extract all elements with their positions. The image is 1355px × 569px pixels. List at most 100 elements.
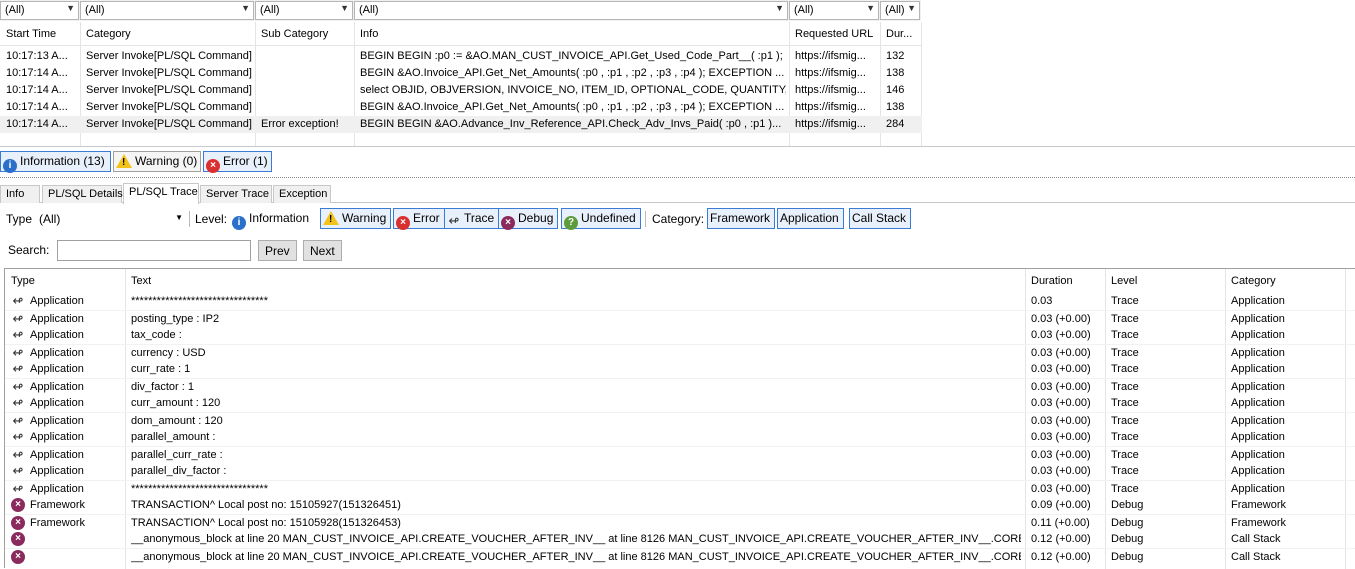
cell-level: Trace — [1111, 465, 1139, 477]
col-category[interactable]: Category — [1231, 275, 1276, 287]
cell-type: Application — [30, 465, 84, 477]
cell-duration: 0.03 (+0.00) — [1031, 397, 1091, 409]
search-input[interactable] — [57, 240, 251, 261]
table-row[interactable]: ↫ Application curr_rate : 1 0.03 (+0.00) Tra… — [5, 361, 1355, 378]
filter-requested-url[interactable]: (All) ▼ — [789, 1, 879, 20]
col-sub-category[interactable]: Sub Category — [261, 28, 328, 40]
table-row[interactable]: ↫ Application parallel_curr_rate : 0.03 (+0… — [5, 446, 1355, 463]
tab-plsql-trace[interactable]: PL/SQL Trace — [123, 183, 199, 204]
col-info[interactable]: Info — [360, 28, 378, 40]
cell-requested-url: https://ifsmig... — [795, 101, 866, 113]
table-row[interactable]: ↫ Application curr_amount : 120 0.03 (+0.00… — [5, 395, 1355, 412]
cell-duration: 132 — [886, 50, 905, 62]
cell-level: Trace — [1111, 329, 1139, 341]
cell-category: Application — [1231, 363, 1285, 375]
type-dropdown[interactable]: (All) ▼ — [35, 209, 187, 229]
table-row[interactable]: ↫ Application posting_type : IP2 0.03 (+0.0… — [5, 310, 1355, 327]
category-application-toggle[interactable]: Application — [777, 208, 844, 229]
level-warning-label: Warning — [342, 211, 387, 225]
filter-start-time[interactable]: (All) ▼ — [0, 1, 79, 20]
level-trace-label: Trace — [464, 211, 495, 225]
col-duration[interactable]: Duration — [1031, 275, 1073, 287]
table-row[interactable]: ↫ Application parallel_amount : 0.03 (+0.00… — [5, 429, 1355, 446]
level-debug-toggle[interactable]: × Debug — [498, 208, 559, 230]
cell-start-time: 10:17:14 A... — [6, 84, 68, 96]
filter-info[interactable]: (All) ▼ — [354, 1, 788, 20]
table-row[interactable]: ↫ Application tax_code : 0.03 (+0.00) Trace A… — [5, 327, 1355, 344]
table-row[interactable]: ↫ Application ****************************… — [5, 293, 1355, 310]
trace-icon: ↫ — [12, 481, 24, 496]
prev-button[interactable]: Prev — [258, 240, 297, 261]
filter-duration[interactable]: (All) ▼ — [880, 1, 920, 20]
request-grid-header: Start Time Category Sub Category Info Re… — [0, 22, 922, 46]
level-error-toggle[interactable]: × Error — [393, 208, 445, 230]
splitter-handle[interactable] — [0, 177, 1355, 180]
table-row[interactable]: ↫ Application parallel_div_factor : 0.03 (+… — [5, 463, 1355, 480]
filter-category[interactable]: (All) ▼ — [80, 1, 254, 20]
cell-level: Trace — [1111, 449, 1139, 461]
cell-duration: 284 — [886, 118, 905, 130]
cell-duration: 0.03 (+0.00) — [1031, 431, 1091, 443]
category-framework-toggle[interactable]: Framework — [707, 208, 776, 229]
category-callstack-toggle[interactable]: Call Stack — [849, 208, 912, 229]
cell-category: Server Invoke[PL/SQL Command] — [86, 50, 252, 62]
cell-duration: 0.03 (+0.00) — [1031, 347, 1091, 359]
table-row[interactable]: ↫ Application div_factor : 1 0.03 (+0.00) Tr… — [5, 378, 1355, 395]
table-row[interactable]: ↫ Application currency : USD 0.03 (+0.00) Tr… — [5, 344, 1355, 361]
col-duration[interactable]: Dur... — [886, 28, 912, 40]
col-level[interactable]: Level — [1111, 275, 1137, 287]
table-row[interactable]: × __anonymous_block at line 20 MAN_CUST_I… — [5, 531, 1355, 548]
cell-text: parallel_curr_rate : — [131, 449, 223, 461]
detail-tabs: Info PL/SQL Details PL/SQL Trace Server … — [0, 183, 1355, 204]
level-undefined-toggle[interactable]: ? Undefined — [561, 208, 641, 230]
table-row[interactable]: ↫ Application dom_amount : 120 0.03 (+0.00)… — [5, 412, 1355, 429]
type-dropdown-value: (All) — [39, 212, 61, 226]
warning-filter-button[interactable]: Warning (0) — [113, 151, 201, 172]
col-requested-url[interactable]: Requested URL — [795, 28, 873, 40]
level-warning-toggle[interactable]: Warning — [320, 208, 392, 229]
table-row[interactable]: 10:17:14 A... Server Invoke[PL/SQL Comma… — [0, 99, 922, 116]
table-row[interactable]: 10:17:13 A... Server Invoke[PL/SQL Comma… — [0, 48, 922, 65]
cell-text: tax_code : — [131, 329, 182, 341]
cell-category: Framework — [1231, 499, 1287, 511]
cell-text: TRANSACTION^ Local post no: 15105928(151… — [131, 517, 401, 529]
level-trace-toggle[interactable]: ↫ Trace — [444, 208, 500, 229]
search-bar: Search: Prev Next — [0, 236, 1355, 264]
tab-info[interactable]: Info — [0, 185, 40, 203]
cell-category: Application — [1231, 431, 1285, 443]
col-text[interactable]: Text — [131, 275, 151, 287]
tab-plsql-details[interactable]: PL/SQL Details — [42, 185, 123, 203]
trace-grid: Type Text Duration Level Category ↫ Appli… — [4, 268, 1355, 569]
table-row[interactable]: × Framework TRANSACTION^ Local post no: 15… — [5, 514, 1355, 531]
filter-value: (All) — [885, 4, 905, 16]
chevron-down-icon: ▼ — [866, 3, 875, 13]
cell-requested-url: https://ifsmig... — [795, 67, 866, 79]
trace-icon: ↫ — [12, 361, 24, 376]
information-count: Information (13) — [20, 154, 105, 168]
table-row[interactable]: 10:17:14 A... Server Invoke[PL/SQL Comma… — [0, 65, 922, 82]
col-type[interactable]: Type — [11, 275, 35, 287]
chevron-down-icon: ▼ — [775, 3, 784, 13]
cell-type: Framework — [30, 517, 86, 529]
table-row[interactable]: ↫ Application ****************************… — [5, 480, 1355, 497]
table-row-selected[interactable]: 10:17:14 A... Server Invoke[PL/SQL Comma… — [0, 116, 922, 133]
cell-text: TRANSACTION^ Local post no: 15105927(151… — [131, 499, 401, 511]
filter-row: (All) ▼ (All) ▼ (All) ▼ (All) ▼ (All) ▼ (All)… — [0, 0, 921, 21]
error-filter-button[interactable]: × Error (1) — [203, 151, 272, 173]
col-category[interactable]: Category — [86, 28, 131, 40]
col-start-time[interactable]: Start Time — [6, 28, 56, 40]
table-row[interactable]: × __anonymous_block at line 20 MAN_CUST_I… — [5, 548, 1355, 565]
next-button[interactable]: Next — [303, 240, 342, 261]
cell-duration: 0.03 (+0.00) — [1031, 465, 1091, 477]
information-filter-button[interactable]: i Information (13) — [0, 151, 111, 173]
cell-text: __anonymous_block at line 20 MAN_CUST_IN… — [131, 551, 1021, 563]
trace-icon: ↫ — [12, 463, 24, 478]
table-row[interactable]: × Framework TRANSACTION^ Local post no: 15… — [5, 497, 1355, 514]
table-row[interactable]: 10:17:14 A... Server Invoke[PL/SQL Comma… — [0, 82, 922, 99]
filter-sub-category[interactable]: (All) ▼ — [255, 1, 353, 20]
cell-info: BEGIN &AO.Invoice_API.Get_Net_Amounts( :… — [360, 67, 785, 79]
tab-exception[interactable]: Exception — [273, 185, 331, 203]
tab-server-trace[interactable]: Server Trace — [200, 185, 272, 203]
cell-category: Server Invoke[PL/SQL Command] — [86, 101, 252, 113]
level-information-toggle[interactable]: i Information — [229, 208, 314, 230]
